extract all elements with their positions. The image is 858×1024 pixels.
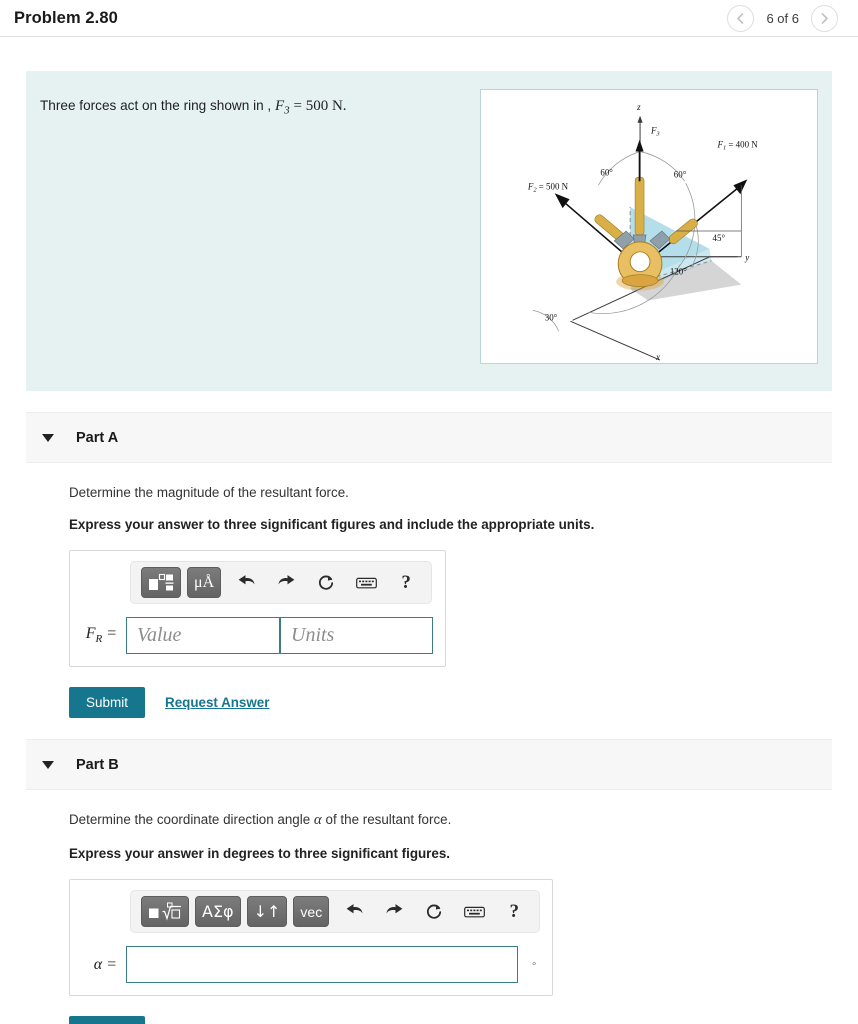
reset-icon[interactable] xyxy=(311,568,341,598)
figure-angle-45: 45° xyxy=(713,233,726,243)
arrows-button[interactable]: ↓↑ xyxy=(246,896,288,927)
part-b-variable-equals: = xyxy=(102,955,117,973)
part-a-instruction: Express your answer to three significant… xyxy=(69,517,595,532)
figure-angle-120: 120° xyxy=(670,267,687,277)
figure-f2-label: F2 = 500 N xyxy=(527,181,569,193)
units-button[interactable]: μÅ xyxy=(187,567,222,598)
part-a-prompt: Determine the magnitude of the resultant… xyxy=(69,485,349,500)
keyboard-glyph-icon xyxy=(355,577,377,588)
part-b-prompt: Determine the coordinate direction angle… xyxy=(69,812,832,829)
chevron-right-icon xyxy=(821,12,828,24)
help-icon[interactable]: ? xyxy=(499,897,529,927)
figure-axis-y-label: y xyxy=(744,253,749,263)
reset-circle-icon xyxy=(427,904,442,919)
figure-angle-60-left: 60° xyxy=(600,167,613,177)
statement-variable: F xyxy=(275,98,285,114)
greek-symbols-button[interactable]: ΑΣφ xyxy=(195,896,241,927)
part-b-body: Determine the coordinate direction angle… xyxy=(26,790,832,1024)
math-template-button[interactable] xyxy=(141,567,181,598)
part-b-header[interactable]: Part B xyxy=(26,739,832,790)
alpha-input[interactable] xyxy=(126,946,518,983)
undo-icon[interactable] xyxy=(339,897,369,927)
units-placeholder: Units xyxy=(291,624,335,646)
part-a-input-row: FR = Value Units xyxy=(82,617,433,654)
problem-navigation: 6 of 6 xyxy=(727,4,838,32)
value-input[interactable]: Value xyxy=(126,617,280,654)
submit-button[interactable]: Submit xyxy=(69,687,146,718)
figure-angle-30: 30° xyxy=(545,312,558,322)
undo-arrow-icon xyxy=(238,575,255,585)
template-icon xyxy=(149,573,174,591)
part-b-variable-name: α xyxy=(93,955,103,973)
statement-equals: = xyxy=(293,98,302,114)
force-diagram-svg: z y x F3 F2 = 500 N F1 = 400 N 60° 60° 4… xyxy=(527,102,758,362)
caret-down-icon xyxy=(42,760,54,769)
part-a-answer-box: μÅ ? FR = Value Units xyxy=(69,550,446,667)
page-title: Problem 2.80 xyxy=(14,8,118,27)
problem-statement-panel: Three forces act on the ring shown in , … xyxy=(26,71,832,391)
statement-variable-subscript: 3 xyxy=(284,104,290,117)
reset-icon[interactable] xyxy=(419,897,449,927)
part-b-prompt-prefix: Determine the coordinate direction angle xyxy=(69,812,311,827)
problem-figure: z y x F3 F2 = 500 N F1 = 400 N 60° 60° 4… xyxy=(480,89,818,364)
figure-axis-z-label: z xyxy=(636,102,641,112)
submit-button[interactable]: Submit xyxy=(69,1016,146,1024)
request-answer-link[interactable]: Request Answer xyxy=(165,695,269,710)
keyboard-icon[interactable] xyxy=(351,568,381,598)
part-b-instruction: Express your answer in degrees to three … xyxy=(69,846,451,861)
template-root-icon xyxy=(149,902,181,920)
statement-prefix: Three forces act on the ring shown in , xyxy=(40,98,272,113)
part-b-label: Part B xyxy=(76,756,119,773)
vector-button[interactable]: vec xyxy=(293,896,330,927)
next-problem-button[interactable] xyxy=(811,4,838,32)
keyboard-icon[interactable] xyxy=(459,897,489,927)
part-b-prompt-suffix: of the resultant force. xyxy=(325,812,452,827)
figure-f1-label: F1 = 400 N xyxy=(716,140,758,152)
help-icon[interactable]: ? xyxy=(391,568,421,598)
part-b-answer-box: ΑΣφ ↓↑ vec ? α = ∘ xyxy=(69,879,554,996)
part-a-toolbar: μÅ ? xyxy=(130,561,433,604)
part-a-body: Determine the magnitude of the resultant… xyxy=(26,463,832,718)
part-b-prompt-symbol: α xyxy=(313,812,322,828)
undo-icon[interactable] xyxy=(231,568,261,598)
part-b-input-row: α = ∘ xyxy=(82,946,540,983)
value-placeholder: Value xyxy=(137,624,182,646)
part-a-label: Part A xyxy=(76,429,119,446)
undo-arrow-icon xyxy=(346,904,363,914)
top-bar: Problem 2.80 6 of 6 xyxy=(0,0,858,37)
part-a-variable-name: F xyxy=(85,625,96,643)
redo-icon[interactable] xyxy=(271,568,301,598)
figure-axis-x-label: x xyxy=(655,352,660,362)
math-template-button[interactable] xyxy=(141,896,189,927)
problem-counter: 6 of 6 xyxy=(766,10,799,26)
part-b-variable-label: α = xyxy=(82,956,126,974)
keyboard-glyph-icon xyxy=(463,906,485,917)
redo-arrow-icon xyxy=(386,904,403,914)
redo-arrow-icon xyxy=(278,575,295,585)
part-a-actions: Submit Request Answer xyxy=(69,687,832,718)
part-a-variable-label: FR = xyxy=(82,625,126,645)
previous-problem-button[interactable] xyxy=(727,4,755,32)
redo-icon[interactable] xyxy=(379,897,409,927)
caret-down-icon xyxy=(42,433,54,442)
chevron-left-icon xyxy=(737,12,744,24)
part-a-header[interactable]: Part A xyxy=(26,412,832,463)
problem-statement-text: Three forces act on the ring shown in , … xyxy=(40,89,480,373)
part-a-variable-equals: = xyxy=(102,625,117,643)
part-b-actions: Submit Request Answer xyxy=(69,1016,832,1024)
reset-circle-icon xyxy=(319,575,334,590)
statement-value: 500 N. xyxy=(305,98,347,114)
degree-unit-label: ∘ xyxy=(531,959,538,970)
figure-f3-label: F3 xyxy=(650,126,660,138)
figure-angle-60-right: 60° xyxy=(674,169,687,179)
part-b-toolbar: ΑΣφ ↓↑ vec ? xyxy=(130,890,541,933)
units-input[interactable]: Units xyxy=(280,617,433,654)
